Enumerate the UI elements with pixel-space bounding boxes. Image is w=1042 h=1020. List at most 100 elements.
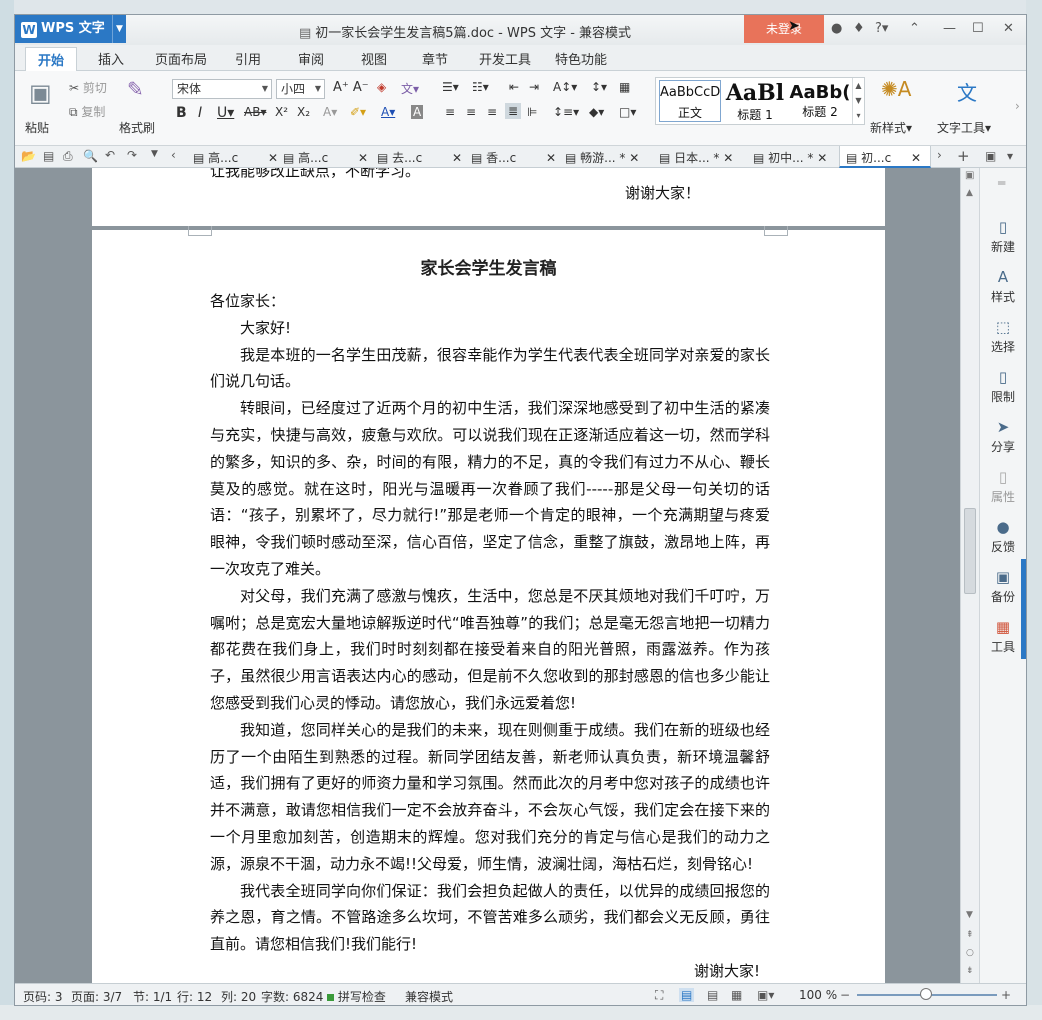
numbered-list-icon[interactable]: ☷▾	[472, 80, 489, 94]
tab-home[interactable]: 开始	[25, 47, 78, 72]
align-center-icon[interactable]: ≡	[466, 105, 476, 119]
align-right-icon[interactable]: ≡	[487, 105, 497, 119]
doc-tab-8-active[interactable]: ▤ 初...c ✕	[839, 146, 931, 168]
style-gallery-scroll[interactable]: ▲ ▼ ▾	[852, 78, 864, 124]
doc-tab-1[interactable]: ▤ 高...c ✕	[193, 149, 278, 166]
sidebar-item-style[interactable]: A 样式	[980, 268, 1026, 305]
close-icon[interactable]: ✕	[723, 151, 733, 165]
document-area[interactable]: 让我能够改正缺点，不断学习。 谢谢大家！ 家长会学生发言稿 各位家长： 大家好!…	[15, 168, 960, 983]
tab-insert[interactable]: 插入	[98, 49, 124, 68]
web-view-icon[interactable]: ▦	[731, 988, 742, 1002]
zoom-out-icon[interactable]: −	[840, 988, 850, 1002]
sidebar-item-feedback[interactable]: ● 反馈	[980, 518, 1026, 555]
paste-icon[interactable]: ▣	[29, 79, 52, 107]
minimize-icon[interactable]: —	[943, 21, 956, 36]
tab-page-layout[interactable]: 页面布局	[155, 49, 207, 68]
app-menu-button[interactable]: W WPS 文字 ▼	[15, 15, 126, 43]
skin-icon[interactable]: ●	[831, 21, 842, 36]
increase-indent-icon[interactable]: ⇥	[529, 80, 539, 94]
close-icon[interactable]: ✕	[629, 151, 639, 165]
close-icon[interactable]: ✕	[358, 151, 368, 165]
print-icon[interactable]: ⎙	[63, 149, 73, 164]
scroll-down-icon[interactable]: ▼	[966, 910, 973, 920]
status-pages[interactable]: 页面: 3/7	[71, 988, 122, 1005]
prev-page-icon[interactable]: ⇞	[966, 930, 974, 940]
page-view-icon[interactable]: ▣	[965, 170, 974, 181]
style-heading-2[interactable]: AaBb(标题 2	[789, 80, 851, 122]
full-screen-icon[interactable]: ⛶	[655, 988, 663, 1003]
doc-tab-4[interactable]: ▤ 香...c ✕	[471, 149, 556, 166]
superscript-icon[interactable]: X²	[275, 105, 288, 119]
shading-icon[interactable]: ◆▾	[589, 105, 604, 119]
close-icon[interactable]: ✕	[268, 151, 278, 165]
zoom-slider-thumb[interactable]	[920, 988, 932, 1000]
zoom-level[interactable]: 100 %	[799, 988, 837, 1002]
border-icon[interactable]: □▾	[619, 105, 636, 119]
italic-icon[interactable]: I	[198, 105, 202, 121]
collapse-ribbon-icon[interactable]: ⌃	[909, 21, 920, 36]
distributed-icon[interactable]: ⊫	[527, 105, 537, 119]
close-icon[interactable]: ✕	[1003, 21, 1014, 36]
close-icon[interactable]: ✕	[452, 151, 462, 165]
tab-references[interactable]: 引用	[235, 49, 261, 68]
tab-menu-icon[interactable]: ▣	[985, 149, 996, 163]
sidebar-item-properties[interactable]: ▯ 属性	[980, 468, 1026, 505]
sidebar-toggle[interactable]	[1021, 559, 1026, 659]
save-icon[interactable]: ▤	[43, 149, 54, 163]
shirt-icon[interactable]: ♦	[853, 21, 865, 36]
highlight-icon[interactable]: ✐▾	[350, 105, 366, 119]
new-style-button[interactable]: 新样式▾	[870, 119, 912, 136]
page-view-icon[interactable]: ▤	[679, 988, 695, 1002]
doc-tab-6[interactable]: ▤ 日本... * ✕	[659, 149, 733, 166]
quick-access-menu-icon[interactable]: ▼	[151, 149, 158, 159]
copy-button[interactable]: ⧉ 复制	[69, 103, 105, 120]
justify-icon[interactable]: ≣	[505, 103, 522, 119]
style-heading-1[interactable]: AaBl 标题 1	[724, 80, 786, 122]
spell-check-toggle[interactable]: 拼写检查	[327, 988, 386, 1005]
close-icon[interactable]: ✕	[817, 151, 827, 165]
style-normal[interactable]: AaBbCcD 正文	[659, 80, 721, 122]
font-name-select[interactable]: 宋体 ▼	[172, 79, 272, 99]
paste-button[interactable]: 粘贴	[25, 119, 49, 136]
table-border-icon[interactable]: ▦	[619, 80, 630, 94]
redo-icon[interactable]: ↷	[127, 148, 137, 162]
status-page[interactable]: 页码: 3	[23, 988, 63, 1005]
text-direction-icon[interactable]: A↕▾	[553, 80, 577, 94]
text-effect-icon[interactable]: A▾	[323, 105, 337, 119]
tab-special[interactable]: 特色功能	[555, 49, 607, 68]
sort-icon[interactable]: ↕▾	[591, 80, 607, 94]
vertical-scrollbar[interactable]: ▣ ▲ ▼ ⇞ ○ ⇟	[960, 168, 979, 983]
doc-tab-3[interactable]: ▤ 去...c ✕	[377, 149, 462, 166]
font-size-select[interactable]: 小四 ▼	[276, 79, 325, 99]
char-shading-icon[interactable]: A	[411, 105, 424, 119]
subscript-icon[interactable]: X₂	[297, 105, 310, 119]
sidebar-item-new[interactable]: ▯ 新建	[980, 218, 1026, 255]
close-icon[interactable]: ✕	[911, 151, 921, 165]
tab-chapter[interactable]: 章节	[422, 49, 448, 68]
line-spacing-icon[interactable]: ↕≡▾	[553, 105, 579, 119]
reading-view-icon[interactable]: ▣▾	[757, 988, 774, 1002]
next-page-icon[interactable]: ⇟	[966, 966, 974, 976]
tab-developer[interactable]: 开发工具	[479, 49, 531, 68]
bullet-list-icon[interactable]: ☰▾	[442, 80, 459, 94]
tab-list-icon[interactable]: ▾	[1007, 149, 1013, 163]
font-color-icon[interactable]: A▾	[381, 105, 395, 119]
browse-object-icon[interactable]: ○	[966, 948, 974, 958]
scroll-up-icon[interactable]: ▲	[966, 188, 973, 198]
strikethrough-icon[interactable]: AB▾	[244, 105, 266, 119]
tab-scroll-left-icon[interactable]: ‹	[171, 148, 176, 162]
tab-view[interactable]: 视图	[361, 49, 387, 68]
tab-scroll-right-icon[interactable]: ›	[937, 148, 942, 162]
doc-tab-5[interactable]: ▤ 畅游... * ✕	[565, 149, 639, 166]
sidebar-item-backup[interactable]: ▣ 备份	[980, 568, 1026, 605]
tab-review[interactable]: 审阅	[298, 49, 324, 68]
outline-view-icon[interactable]: ▤	[707, 988, 718, 1002]
scroll-thumb[interactable]	[964, 508, 976, 594]
ribbon-scroll-right-icon[interactable]: ›	[1015, 99, 1020, 113]
sidebar-item-select[interactable]: ⬚ 选择	[980, 318, 1026, 355]
sidebar-item-restrict[interactable]: ▯ 限制	[980, 368, 1026, 405]
cut-button[interactable]: ✂ 剪切	[69, 79, 107, 96]
align-left-icon[interactable]: ≡	[445, 105, 455, 119]
undo-icon[interactable]: ↶	[105, 148, 115, 162]
status-word-count[interactable]: 字数: 6824	[261, 988, 323, 1005]
